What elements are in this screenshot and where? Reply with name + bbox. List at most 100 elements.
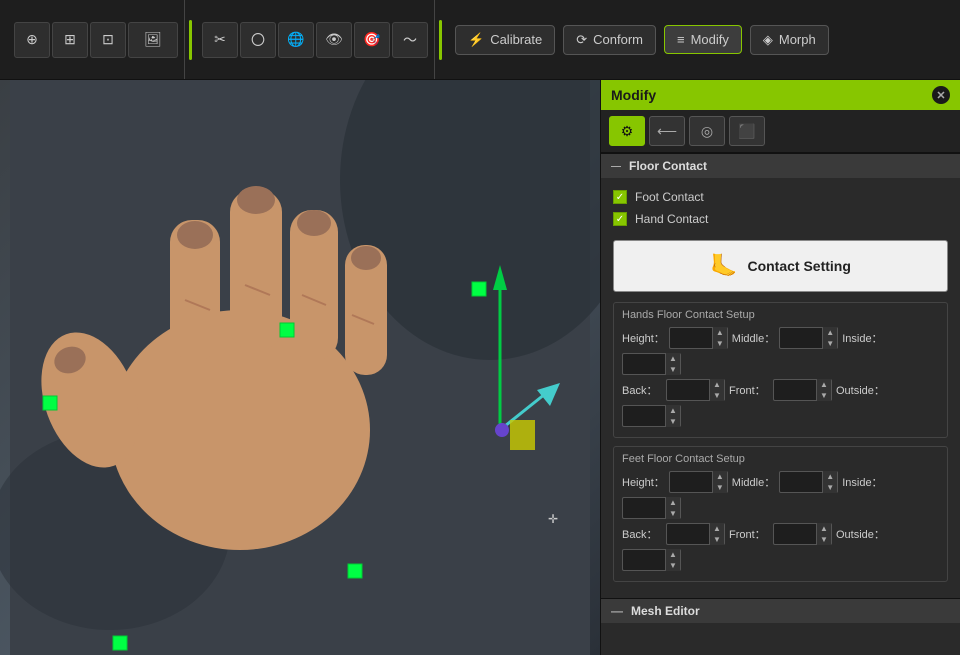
frame-tool[interactable]: 🖼	[128, 22, 178, 58]
collapse-icon: —	[611, 161, 621, 172]
hands-front-spinbox[interactable]: 21.27 ▲ ▼	[773, 379, 832, 401]
feet-back-arrows: ▲ ▼	[709, 523, 724, 545]
contact-setting-label: Contact Setting	[747, 258, 850, 274]
morph-button[interactable]: ◈ Morph	[750, 25, 829, 55]
hands-back-down[interactable]: ▼	[710, 390, 724, 401]
feet-middle-arrows: ▲ ▼	[822, 471, 837, 493]
hands-height-spinbox[interactable]: 1.47 ▲ ▼	[669, 327, 728, 349]
hands-back-input[interactable]: 0.98	[667, 384, 709, 396]
hands-front-label: Front：	[729, 382, 769, 398]
hands-middle-down[interactable]: ▼	[823, 338, 837, 349]
right-panel: Modify ✕ ⚙ ⟵ ◎ ⬛ — Floor Contact	[600, 80, 960, 655]
foot-contact-checkbox[interactable]	[613, 190, 627, 204]
feet-back-up[interactable]: ▲	[710, 523, 724, 534]
hands-outside-spinbox[interactable]: 2.11 ▲ ▼	[622, 405, 681, 427]
feet-outside-arrows: ▲ ▼	[665, 549, 680, 571]
feet-inside-down[interactable]: ▼	[666, 508, 680, 519]
feet-front-up[interactable]: ▲	[817, 523, 831, 534]
smooth-tool[interactable]: 〇	[240, 22, 276, 58]
hands-inside-down[interactable]: ▼	[666, 364, 680, 375]
toolbar-sep-1	[189, 20, 192, 60]
feet-inside-spinbox[interactable]: 3.96 ▲ ▼	[622, 497, 681, 519]
hands-height-input[interactable]: 1.47	[670, 332, 712, 344]
hands-middle-input[interactable]: 11.13	[780, 332, 822, 344]
modify-icon: ≡	[677, 32, 685, 47]
viewport[interactable]: ✛	[0, 80, 600, 655]
feet-middle-input[interactable]: 5.17	[780, 476, 822, 488]
feet-back-spinbox[interactable]: 4.85 ▲ ▼	[666, 523, 725, 545]
hand-contact-label: Hand Contact	[635, 212, 708, 226]
hands-height-label: Height：	[622, 330, 665, 346]
feet-middle-down[interactable]: ▼	[823, 482, 837, 493]
hands-setup-title: Hands Floor Contact Setup	[622, 309, 939, 321]
feet-outside-down[interactable]: ▼	[666, 560, 680, 571]
hands-inside-spinbox[interactable]: 10.19 ▲ ▼	[622, 353, 681, 375]
feet-inside-label: Inside：	[842, 474, 882, 490]
feet-height-input[interactable]: 14.21	[670, 476, 712, 488]
morph-label: Morph	[779, 32, 816, 47]
hands-middle-up[interactable]: ▲	[823, 327, 837, 338]
hands-height-arrows: ▲ ▼	[712, 327, 727, 349]
fit-tool[interactable]: ⊡	[90, 22, 126, 58]
panel-titlebar: Modify ✕	[601, 80, 960, 110]
hands-inside-label: Inside：	[842, 330, 882, 346]
feet-middle-spinbox[interactable]: 5.17 ▲ ▼	[779, 471, 838, 493]
feet-back-down[interactable]: ▼	[710, 534, 724, 545]
globe-tool[interactable]: 🌐	[278, 22, 314, 58]
calibrate-button[interactable]: ⚡ Calibrate	[455, 25, 555, 55]
hands-outside-up[interactable]: ▲	[666, 405, 680, 416]
hands-height-down[interactable]: ▼	[713, 338, 727, 349]
feet-height-arrows: ▲ ▼	[712, 471, 727, 493]
feet-outside-up[interactable]: ▲	[666, 549, 680, 560]
move-tool[interactable]: ⊞	[52, 22, 88, 58]
hands-back-up[interactable]: ▲	[710, 379, 724, 390]
feet-height-label: Height：	[622, 474, 665, 490]
feet-back-input[interactable]: 4.85	[667, 528, 709, 540]
tab-settings[interactable]: ⚙	[609, 116, 645, 146]
hands-middle-spinbox[interactable]: 11.13 ▲ ▼	[779, 327, 838, 349]
conform-button[interactable]: ⟳ Conform	[563, 25, 656, 55]
hands-front-up[interactable]: ▲	[817, 379, 831, 390]
panel-title: Modify	[611, 87, 656, 103]
feet-front-input[interactable]: 15.03	[774, 528, 816, 540]
feet-front-spinbox[interactable]: 15.03 ▲ ▼	[773, 523, 832, 545]
target-tool[interactable]: 🎯	[354, 22, 390, 58]
tab-morph[interactable]: ◎	[689, 116, 725, 146]
hand-contact-checkbox[interactable]	[613, 212, 627, 226]
floor-contact-section-header[interactable]: — Floor Contact	[601, 153, 960, 178]
hands-outside-input[interactable]: 2.11	[623, 410, 665, 422]
hands-front-down[interactable]: ▼	[817, 390, 831, 401]
wave-tool[interactable]: 〜	[392, 22, 428, 58]
morph-icon: ◈	[763, 32, 773, 48]
feet-inside-input[interactable]: 3.96	[623, 502, 665, 514]
eye-tool[interactable]: 👁	[316, 22, 352, 58]
hands-back-spinbox[interactable]: 0.98 ▲ ▼	[666, 379, 725, 401]
main-area: ✛ Modify ✕ ⚙ ⟵ ◎ ⬛ —	[0, 80, 960, 655]
feet-height-up[interactable]: ▲	[713, 471, 727, 482]
panel-close-button[interactable]: ✕	[932, 86, 950, 104]
feet-front-down[interactable]: ▼	[817, 534, 831, 545]
hands-height-up[interactable]: ▲	[713, 327, 727, 338]
feet-outside-input[interactable]: 4.40	[623, 554, 665, 566]
feet-middle-up[interactable]: ▲	[823, 471, 837, 482]
transform-tool[interactable]: ⊕	[14, 22, 50, 58]
hands-outside-down[interactable]: ▼	[666, 416, 680, 427]
mesh-editor-collapse-icon: —	[611, 604, 623, 618]
feet-inside-up[interactable]: ▲	[666, 497, 680, 508]
hands-inside-input[interactable]: 10.19	[623, 358, 665, 370]
contact-setting-button[interactable]: 🦶 Contact Setting	[613, 240, 948, 292]
toolbar-left-tools: ⊕ ⊞ ⊡ 🖼	[8, 0, 185, 79]
contact-setting-icon: 🦶	[710, 253, 737, 279]
tab-checker[interactable]: ⬛	[729, 116, 765, 146]
toolbar-mode-tools: ✂ 〇 🌐 👁 🎯 〜	[196, 0, 435, 79]
hands-inside-up[interactable]: ▲	[666, 353, 680, 364]
feet-outside-spinbox[interactable]: 4.40 ▲ ▼	[622, 549, 681, 571]
tab-bones[interactable]: ⟵	[649, 116, 685, 146]
bones-icon: ⟵	[657, 123, 677, 140]
skeleton-tool[interactable]: ✂	[202, 22, 238, 58]
feet-height-down[interactable]: ▼	[713, 482, 727, 493]
mesh-editor-section-header[interactable]: — Mesh Editor	[601, 598, 960, 623]
feet-height-spinbox[interactable]: 14.21 ▲ ▼	[669, 471, 728, 493]
hands-front-input[interactable]: 21.27	[774, 384, 816, 396]
modify-button[interactable]: ≡ Modify	[664, 25, 742, 54]
